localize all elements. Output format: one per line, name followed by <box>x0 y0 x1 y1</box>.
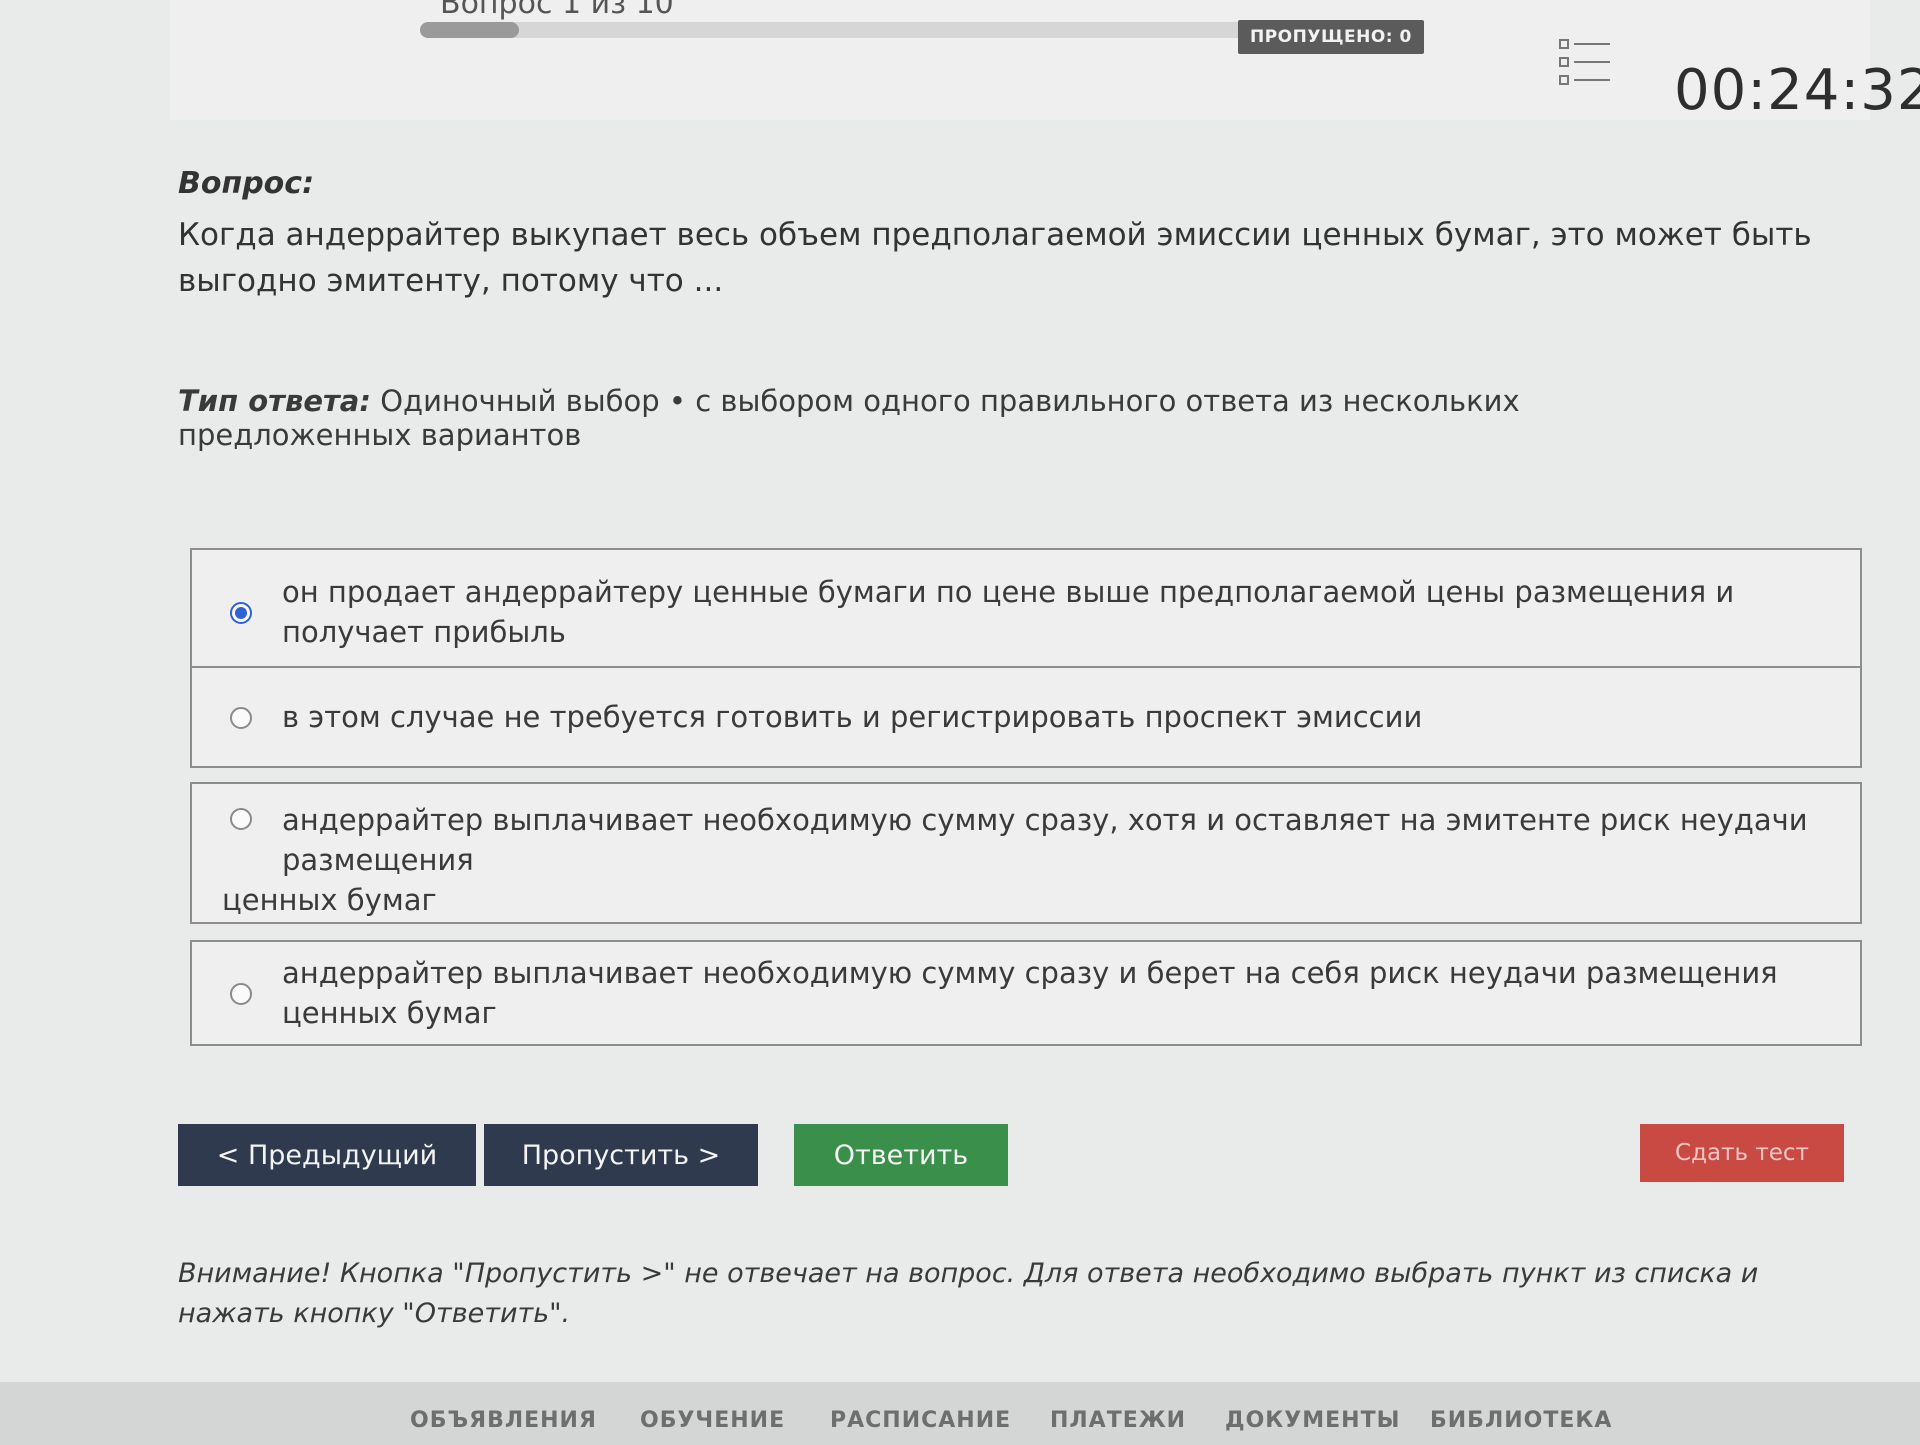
question-text: Когда андеррайтер выкупает весь объем пр… <box>178 217 1812 299</box>
nav-schedule[interactable]: РАСПИСАНИЕ <box>830 1408 1011 1433</box>
timer: 00:24:32 <box>1674 58 1920 123</box>
answer-option-text: андеррайтер выплачивает необходимую сумм… <box>282 956 1778 1030</box>
answer-option-text: он продает андеррайтеру ценные бумаги по… <box>282 575 1735 649</box>
answer-option-text-continued: ценных бумаг <box>222 883 437 917</box>
previous-button[interactable]: < Предыдущий <box>178 1124 476 1186</box>
radio-icon[interactable] <box>230 707 252 729</box>
radio-selected-icon[interactable] <box>230 602 252 624</box>
answer-option-3[interactable]: андеррайтер выплачивает необходимую сумм… <box>190 782 1862 924</box>
skipped-badge: ПРОПУЩЕНО: 0 <box>1238 20 1424 54</box>
bottom-nav: ОБЪЯВЛЕНИЯ ОБУЧЕНИЕ РАСПИСАНИЕ ПЛАТЕЖИ Д… <box>0 1382 1920 1445</box>
test-header: Вопрос 1 из 10 ПРОПУЩЕНО: 0 <box>170 0 1870 120</box>
nav-learning[interactable]: ОБУЧЕНИЕ <box>640 1408 785 1433</box>
question-label: Вопрос: <box>178 166 315 201</box>
nav-announcements[interactable]: ОБЪЯВЛЕНИЯ <box>410 1408 597 1433</box>
answer-type: Тип ответа: Одиночный выбор • с выбором … <box>178 384 1738 452</box>
answer-option-text: в этом случае не требуется готовить и ре… <box>282 700 1423 734</box>
radio-icon[interactable] <box>230 983 252 1005</box>
answer-option-4[interactable]: андеррайтер выплачивает необходимую сумм… <box>190 940 1862 1046</box>
answer-type-value: Одиночный выбор • с выбором одного прави… <box>178 384 1520 452</box>
skip-notice: Внимание! Кнопка "Пропустить >" не отвеч… <box>178 1258 1759 1329</box>
answer-option-text: андеррайтер выплачивает необходимую сумм… <box>282 803 1808 877</box>
skip-button[interactable]: Пропустить > <box>484 1124 758 1186</box>
question-counter: Вопрос 1 из 10 <box>440 0 674 21</box>
nav-library[interactable]: БИБЛИОТЕКА <box>1430 1408 1612 1433</box>
question-list-icon[interactable] <box>1558 36 1616 90</box>
nav-documents[interactable]: ДОКУМЕНТЫ <box>1225 1408 1400 1433</box>
answer-option-2[interactable]: в этом случае не требуется готовить и ре… <box>190 666 1862 768</box>
finish-test-button[interactable]: Сдать тест <box>1640 1124 1844 1182</box>
answer-button[interactable]: Ответить <box>794 1124 1008 1186</box>
test-page: Вопрос 1 из 10 ПРОПУЩЕНО: 0 00:24:32 Воп… <box>0 0 1920 1445</box>
radio-icon[interactable] <box>230 808 252 830</box>
progress-fill <box>420 22 519 38</box>
nav-payments[interactable]: ПЛАТЕЖИ <box>1050 1408 1186 1433</box>
answer-type-label: Тип ответа: <box>178 384 371 418</box>
answer-option-1[interactable]: он продает андеррайтеру ценные бумаги по… <box>190 548 1862 676</box>
